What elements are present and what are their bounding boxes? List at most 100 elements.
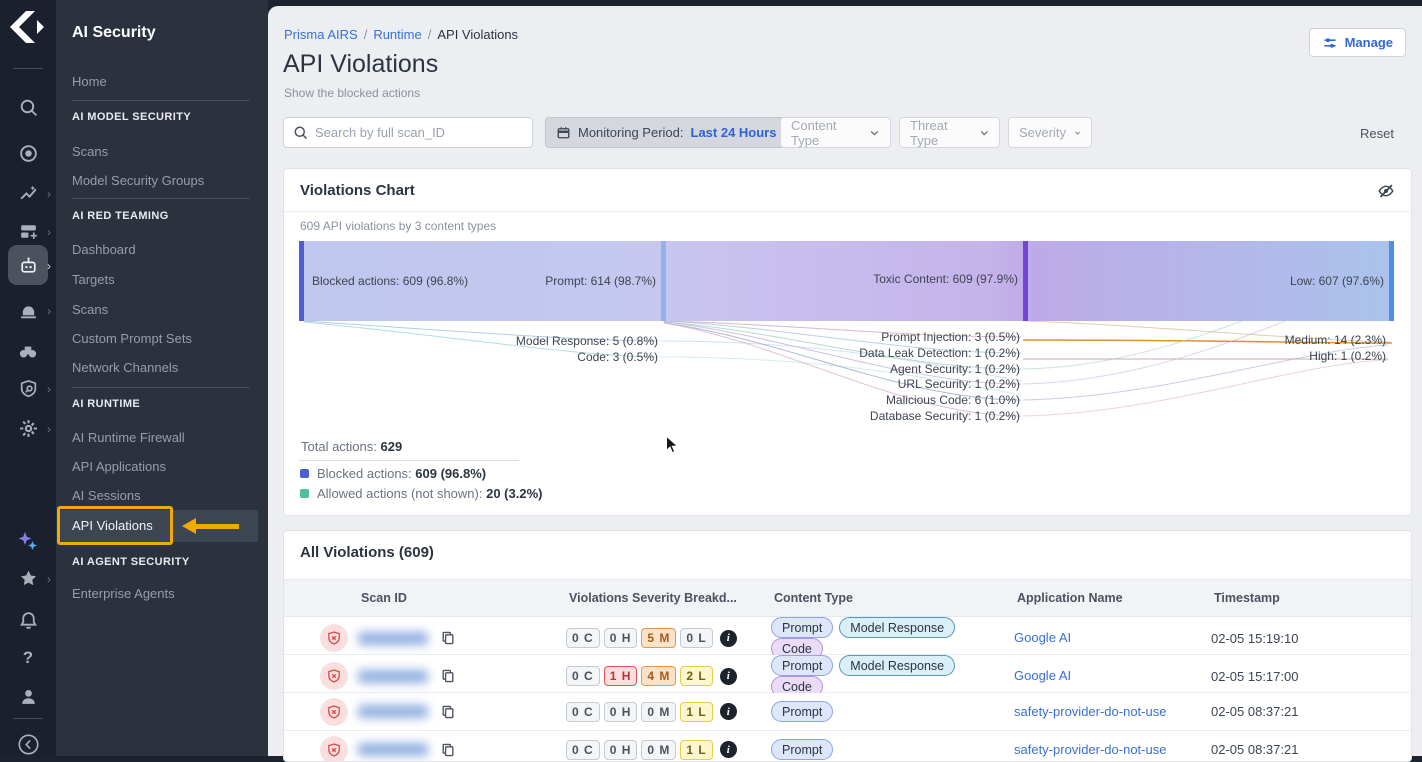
severity-critical-badge: 0 C	[566, 702, 600, 722]
total-actions-label: Total actions:	[301, 439, 377, 454]
search-input[interactable]	[315, 125, 523, 140]
sidebar-item-enterprise-agents[interactable]: Enterprise Agents	[72, 586, 175, 601]
sidebar-item-dashboard[interactable]: Dashboard	[72, 242, 136, 257]
severity-high-badge: 1 H	[604, 666, 638, 686]
palo-alto-logo-icon[interactable]	[0, 8, 56, 46]
chevron-down-icon	[1074, 127, 1081, 139]
severity-medium-badge: 5 M	[641, 628, 676, 648]
copy-icon[interactable]	[440, 630, 456, 646]
divider	[72, 387, 250, 388]
calendar-icon	[556, 125, 571, 140]
severity-medium-badge: 0 M	[641, 740, 676, 760]
copy-icon[interactable]	[440, 742, 456, 758]
content-type-filter[interactable]: Content Type	[780, 117, 891, 148]
copy-icon[interactable]	[440, 704, 456, 720]
rail-divider	[13, 718, 43, 719]
timestamp: 02-05 08:37:21	[1211, 742, 1411, 757]
blocked-shield-icon	[320, 736, 348, 762]
app-title: AI Security	[72, 24, 156, 42]
legend-swatch-allowed	[300, 489, 309, 498]
info-icon[interactable]: i	[720, 741, 737, 758]
search-icon[interactable]	[0, 97, 56, 118]
severity-low-badge: 0 L	[680, 628, 712, 648]
chevron-right-icon: ›	[47, 260, 51, 272]
info-icon[interactable]: i	[720, 668, 737, 685]
application-link[interactable]: safety-provider-do-not-use	[1014, 742, 1166, 757]
content-type-pill: Model Response	[839, 655, 955, 676]
discover-binoculars-icon[interactable]	[0, 340, 56, 362]
manage-button[interactable]: Manage	[1309, 28, 1406, 57]
label-prompt: Prompt: 614 (98.7%)	[504, 274, 656, 288]
table-row[interactable]: 0 C 0 H 5 M 0 L i PromptModel ResponseCo…	[284, 617, 1411, 655]
severity-low-badge: 1 L	[680, 740, 712, 760]
legend-blocked-value: 609 (96.8%)	[415, 466, 486, 481]
chevron-right-icon: ›	[47, 188, 51, 200]
sidebar-item-model-security-groups[interactable]: Model Security Groups	[72, 173, 204, 188]
breadcrumb-prisma-airs[interactable]: Prisma AIRS	[284, 27, 358, 42]
application-link[interactable]: Google AI	[1014, 630, 1071, 645]
annotation-arrow-shaft	[195, 524, 239, 529]
annotation-arrow-icon	[182, 518, 196, 534]
severity-filter[interactable]: Severity	[1008, 117, 1092, 148]
legend-allowed-actions: Allowed actions (not shown): 20 (3.2%)	[300, 486, 542, 501]
monitoring-period-filter[interactable]: Monitoring Period: Last 24 Hours	[545, 117, 806, 148]
mouse-cursor	[663, 435, 681, 460]
breadcrumb-current: API Violations	[437, 27, 518, 42]
copy-icon[interactable]	[440, 668, 456, 684]
table-row[interactable]: 0 C 1 H 4 M 2 L i PromptModel ResponseCo…	[284, 655, 1411, 693]
help-icon[interactable]: ?	[0, 648, 56, 668]
node-blocked-actions	[299, 241, 304, 321]
scan-id-redacted[interactable]	[358, 670, 428, 683]
sliders-icon	[1322, 35, 1338, 51]
sidebar-nav: AI Security Home AI MODEL SECURITY Scans…	[56, 0, 268, 756]
sidebar-item-home[interactable]: Home	[72, 74, 107, 89]
application-link[interactable]: safety-provider-do-not-use	[1014, 704, 1166, 719]
all-violations-card: All Violations (609) Scan ID Violations …	[283, 530, 1412, 762]
breadcrumb-separator: /	[428, 27, 432, 42]
severity-medium-badge: 4 M	[641, 666, 676, 686]
table-row[interactable]: 0 C 0 H 0 M 1 L i Prompt safety-provider…	[284, 693, 1411, 731]
legend-blocked-actions: Blocked actions: 609 (96.8%)	[300, 466, 486, 481]
sidebar-item-scans-red-team[interactable]: Scans	[72, 302, 108, 317]
notifications-bell-icon[interactable]	[0, 610, 56, 631]
content-type-pill: Prompt	[771, 655, 833, 676]
total-actions-value: 629	[381, 439, 403, 454]
severity-filter-label: Severity	[1019, 125, 1066, 140]
timestamp: 02-05 15:19:10	[1211, 631, 1411, 646]
profile-icon[interactable]	[0, 686, 56, 707]
scan-id-redacted[interactable]	[358, 743, 428, 756]
application-link[interactable]: Google AI	[1014, 668, 1071, 683]
threat-type-filter[interactable]: Threat Type	[899, 117, 1000, 148]
sidebar-item-custom-prompt-sets[interactable]: Custom Prompt Sets	[72, 331, 192, 346]
target-icon[interactable]	[0, 143, 56, 164]
manage-button-label: Manage	[1345, 35, 1393, 50]
sidebar-item-scans[interactable]: Scans	[72, 144, 108, 159]
info-icon[interactable]: i	[720, 703, 737, 720]
page-title: API Violations	[283, 50, 438, 79]
violations-chart-card: Violations Chart 609 API violations by 3…	[283, 168, 1412, 516]
legend-swatch-blocked	[300, 469, 309, 478]
label-database-security: Database Security: 1 (0.2%)	[734, 409, 1020, 423]
table-header-row: Scan ID Violations Severity Breakd... Co…	[284, 579, 1411, 617]
info-icon[interactable]: i	[720, 630, 737, 647]
reset-filters-button[interactable]: Reset	[1360, 126, 1394, 141]
sidebar-item-ai-sessions[interactable]: AI Sessions	[72, 488, 141, 503]
breadcrumb-runtime[interactable]: Runtime	[373, 27, 421, 42]
collapse-sidebar-icon[interactable]	[0, 733, 56, 756]
sidebar-item-api-applications[interactable]: API Applications	[72, 459, 166, 474]
label-prompt-injection: Prompt Injection: 3 (0.5%)	[734, 330, 1020, 344]
scan-id-redacted[interactable]	[358, 632, 428, 645]
content-type-pill: Model Response	[839, 617, 955, 638]
divider	[299, 460, 519, 461]
search-icon	[293, 125, 308, 140]
sidebar-item-targets[interactable]: Targets	[72, 272, 115, 287]
page-subtitle: Show the blocked actions	[284, 86, 420, 100]
sidebar-item-ai-runtime-firewall[interactable]: AI Runtime Firewall	[72, 430, 185, 445]
label-data-leak-detection: Data Leak Detection: 1 (0.2%)	[734, 346, 1020, 360]
chevron-right-icon: ›	[47, 573, 51, 585]
threat-type-filter-label: Threat Type	[910, 118, 971, 148]
sidebar-item-network-channels[interactable]: Network Channels	[72, 360, 178, 375]
table-row[interactable]: 0 C 0 H 0 M 1 L i Prompt safety-provider…	[284, 731, 1411, 762]
sparkles-ai-icon[interactable]	[0, 530, 56, 554]
scan-id-redacted[interactable]	[358, 705, 428, 718]
